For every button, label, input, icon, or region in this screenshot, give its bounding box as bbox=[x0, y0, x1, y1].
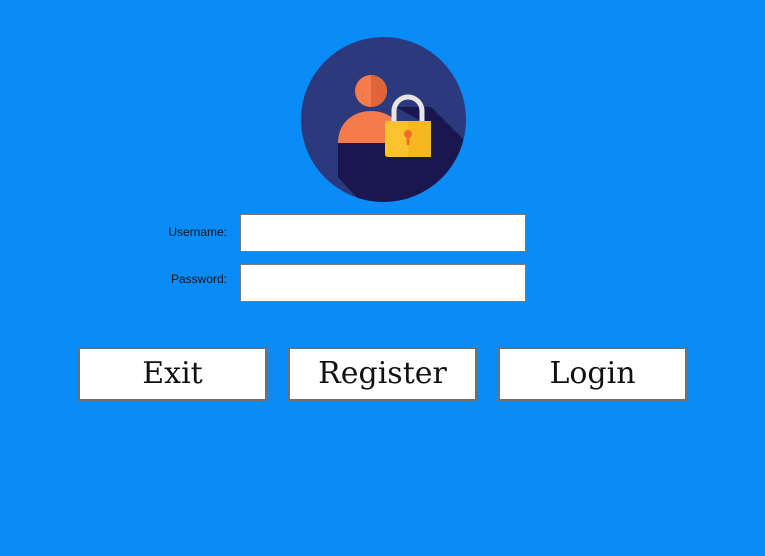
register-button[interactable]: Register bbox=[288, 347, 477, 401]
login-window: Username: Password: Exit Register Login bbox=[0, 0, 765, 556]
lock-body-shade bbox=[408, 121, 431, 157]
user-lock-icon bbox=[301, 37, 466, 202]
username-input[interactable] bbox=[240, 214, 526, 252]
password-input[interactable] bbox=[240, 264, 526, 302]
login-button[interactable]: Login bbox=[498, 347, 687, 401]
keyhole-slot bbox=[406, 136, 410, 145]
exit-button[interactable]: Exit bbox=[78, 347, 267, 401]
password-label: Password: bbox=[170, 272, 227, 286]
username-label: Username: bbox=[168, 225, 227, 239]
